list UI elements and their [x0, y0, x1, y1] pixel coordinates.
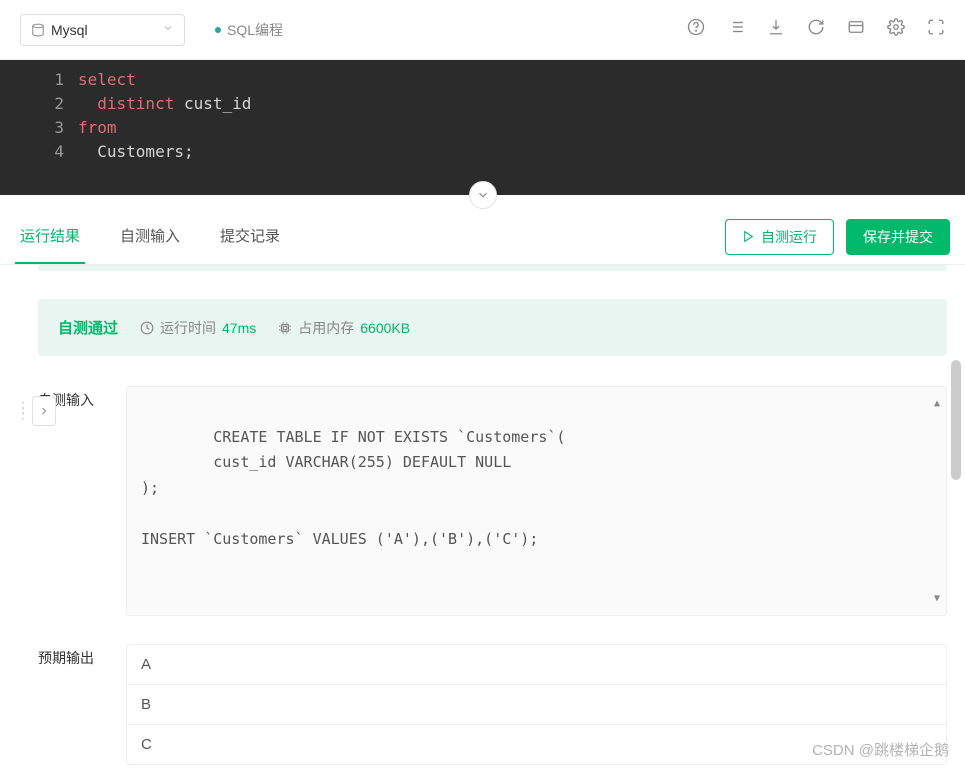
play-icon: [742, 230, 755, 243]
result-tabs-bar: 运行结果自测输入提交记录 自测运行 保存并提交: [0, 209, 965, 265]
clock-icon: [140, 321, 154, 335]
output-row: A: [127, 645, 946, 685]
database-icon: [31, 23, 45, 37]
output-row: B: [127, 685, 946, 725]
code-editor[interactable]: 1select2 distinct cust_id3from4 Customer…: [0, 60, 965, 195]
drag-dots-icon: ⋮⋮: [16, 405, 30, 416]
tab-2[interactable]: 提交记录: [215, 209, 285, 264]
status-card: 自测通过 运行时间 47ms 占用内存 6600KB: [38, 299, 947, 356]
inner-scrollbar[interactable]: ▲ ▼: [934, 395, 944, 607]
run-button-label: 自测运行: [761, 227, 817, 247]
help-icon[interactable]: [687, 18, 705, 41]
chevron-down-icon: [476, 188, 490, 202]
toolbar-actions: [687, 18, 945, 41]
cutoff-card: [38, 265, 947, 271]
mode-text: SQL编程: [227, 20, 283, 40]
self-test-input-section: 自测输入 CREATE TABLE IF NOT EXISTS `Custome…: [38, 386, 947, 616]
line-number: 4: [0, 140, 78, 164]
results-scrollbar[interactable]: [949, 265, 961, 770]
code-line: 1select: [0, 68, 965, 92]
fullscreen-icon[interactable]: [927, 18, 945, 41]
side-panel-handle: ⋮⋮: [16, 396, 56, 426]
tab-1[interactable]: 自测输入: [115, 209, 185, 264]
section-label: 预期输出: [38, 644, 108, 765]
code-line: 3from: [0, 116, 965, 140]
line-number: 3: [0, 116, 78, 140]
code-content: distinct cust_id: [78, 92, 251, 116]
result-tabs: 运行结果自测输入提交记录: [15, 209, 285, 264]
code-line: 2 distinct cust_id: [0, 92, 965, 116]
scrollbar-thumb[interactable]: [951, 360, 961, 480]
code-content: from: [78, 116, 117, 140]
code-line: 4 Customers;: [0, 140, 965, 164]
self-test-run-button[interactable]: 自测运行: [725, 219, 834, 255]
scroll-down-icon: ▼: [934, 590, 944, 607]
save-submit-button[interactable]: 保存并提交: [846, 219, 950, 255]
settings-icon[interactable]: [887, 18, 905, 41]
memory-stat: 占用内存 6600KB: [278, 318, 410, 338]
layout-icon[interactable]: [847, 18, 865, 41]
expand-editor-button[interactable]: [469, 181, 497, 209]
list-icon[interactable]: [727, 18, 745, 41]
mode-indicator: SQL编程: [215, 20, 283, 40]
chevron-right-icon: [38, 405, 50, 417]
scroll-up-icon: ▲: [934, 395, 944, 412]
database-name: Mysql: [51, 22, 88, 38]
status-dot-icon: [215, 27, 221, 33]
expected-output-section: 预期输出 ABC: [38, 644, 947, 765]
results-panel: 自测通过 运行时间 47ms 占用内存 6600KB 自测输入 CREATE T…: [0, 265, 965, 770]
runtime-stat: 运行时间 47ms: [140, 318, 256, 338]
expand-side-button[interactable]: [32, 396, 56, 426]
status-pass-label: 自测通过: [58, 317, 118, 338]
input-code-box[interactable]: CREATE TABLE IF NOT EXISTS `Customers`( …: [126, 386, 947, 616]
code-content: Customers;: [78, 140, 194, 164]
chevron-down-icon: [162, 21, 174, 39]
line-number: 1: [0, 68, 78, 92]
watermark-text: CSDN @跳楼梯企鹅: [812, 739, 949, 760]
download-icon[interactable]: [767, 18, 785, 41]
line-number: 2: [0, 92, 78, 116]
refresh-icon[interactable]: [807, 18, 825, 41]
database-selector[interactable]: Mysql: [20, 14, 185, 46]
tab-0[interactable]: 运行结果: [15, 209, 85, 264]
code-content: select: [78, 68, 136, 92]
chip-icon: [278, 321, 292, 335]
top-toolbar: Mysql SQL编程: [0, 0, 965, 60]
input-code: CREATE TABLE IF NOT EXISTS `Customers`( …: [141, 428, 565, 548]
